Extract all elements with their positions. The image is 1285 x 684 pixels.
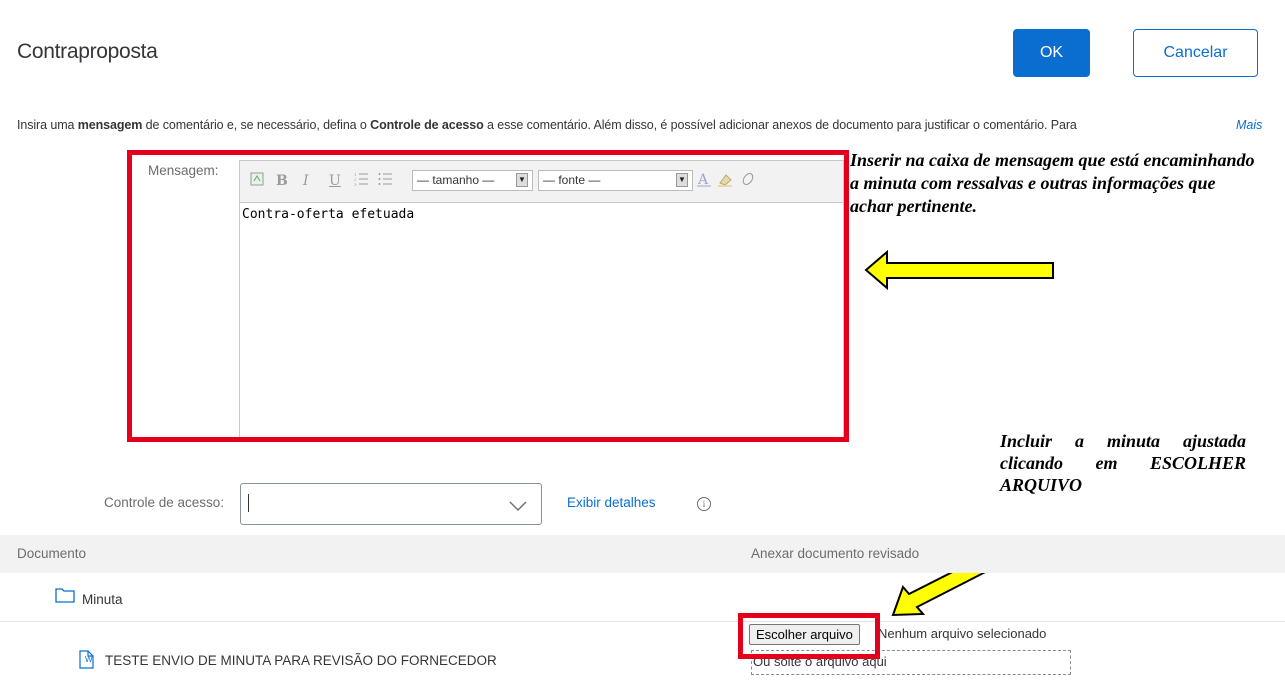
instructions-bold-access: Controle de acesso [370, 118, 484, 132]
instructions-part1: Insira uma [17, 118, 78, 132]
page-title: Contraproposta [17, 40, 158, 63]
highlight-box-message [127, 150, 849, 442]
show-details-link[interactable]: Exibir detalhes [567, 495, 656, 510]
folder-icon [55, 588, 75, 603]
folder-name: Minuta [82, 592, 123, 607]
folder-row [0, 574, 1285, 622]
access-control-combobox[interactable] [240, 483, 542, 525]
ok-button[interactable]: OK [1013, 29, 1090, 77]
instructions-part2: de comentário e, se necessário, defina o [142, 118, 371, 132]
column-header-document: Documento [17, 546, 87, 561]
no-file-selected-text: Nenhum arquivo selecionado [878, 626, 1047, 641]
chevron-down-icon[interactable] [509, 500, 527, 512]
annotation-file: Incluir a minuta ajustada clicando em ES… [1000, 431, 1246, 495]
column-header-attach: Anexar documento revisado [751, 546, 920, 561]
info-icon[interactable]: i [697, 497, 711, 511]
svg-text:W: W [85, 655, 93, 664]
document-name: TESTE ENVIO DE MINUTA PARA REVISÃO DO FO… [105, 653, 497, 668]
documents-table-header: Documento Anexar documento revisado [0, 535, 1285, 573]
text-caret [248, 494, 249, 512]
cancel-button[interactable]: Cancelar [1133, 29, 1258, 77]
word-document-icon: W [79, 650, 94, 669]
instructions-bold-message: mensagem [77, 118, 143, 132]
choose-file-button[interactable]: Escolher arquivo [749, 624, 860, 645]
instructions-text: Insira uma mensagem de comentário e, se … [17, 118, 1077, 132]
arrow-left-icon [864, 250, 1054, 291]
more-link[interactable]: Mais [1236, 118, 1262, 132]
instructions-part3: a esse comentário. Além disso, é possíve… [483, 118, 1077, 132]
annotation-message: Inserir na caixa de mensagem que está en… [850, 150, 1255, 216]
access-control-label: Controle de acesso: [104, 495, 225, 510]
